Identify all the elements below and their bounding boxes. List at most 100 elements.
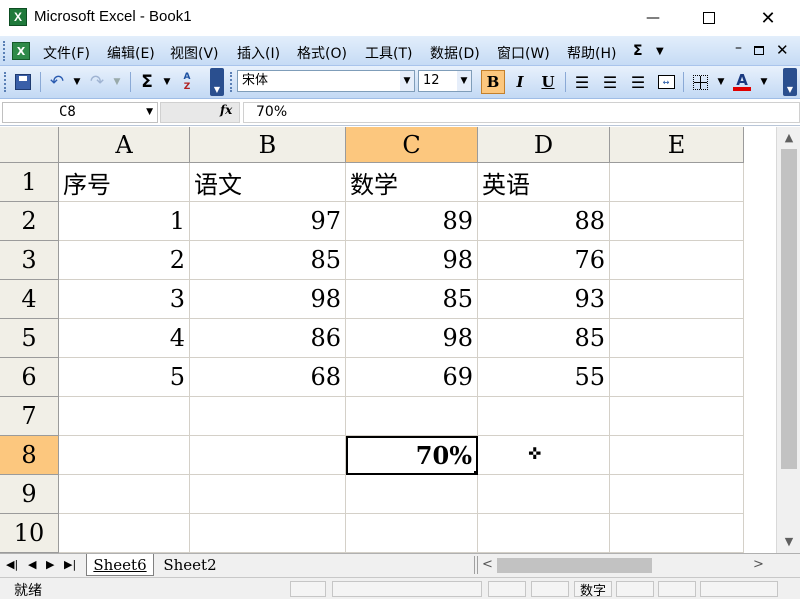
toolbar-options-icon[interactable]: ▼ bbox=[210, 68, 224, 96]
underline-button[interactable]: U bbox=[537, 71, 559, 93]
cell-d6[interactable]: 55 bbox=[478, 358, 610, 397]
cell-b5[interactable]: 86 bbox=[190, 319, 346, 358]
workbook-icon[interactable]: X bbox=[12, 42, 30, 60]
cell-e1[interactable] bbox=[610, 163, 744, 202]
undo-icon[interactable]: ↶ bbox=[46, 71, 68, 93]
cell-e5[interactable] bbox=[610, 319, 744, 358]
cell-b8[interactable] bbox=[190, 436, 346, 475]
menu-help[interactable]: 帮助(H) bbox=[567, 43, 616, 63]
cell-d4[interactable]: 93 bbox=[478, 280, 610, 319]
cell-e2[interactable] bbox=[610, 202, 744, 241]
cell-a8[interactable] bbox=[59, 436, 190, 475]
scroll-up-icon[interactable]: ▲ bbox=[779, 127, 799, 147]
cell-d10[interactable] bbox=[478, 514, 610, 553]
cell-c5[interactable]: 98 bbox=[346, 319, 478, 358]
cell-a9[interactable] bbox=[59, 475, 190, 514]
autosum-dropdown-icon[interactable]: ▼ bbox=[156, 71, 178, 93]
cell-b4[interactable]: 98 bbox=[190, 280, 346, 319]
font-size-select[interactable]: 12 ▼ bbox=[418, 70, 472, 92]
sheet-tab[interactable]: Sheet2 bbox=[156, 554, 224, 576]
minimize-icon[interactable]: — bbox=[630, 0, 676, 36]
menu-format[interactable]: 格式(O) bbox=[297, 43, 347, 63]
cell-e10[interactable] bbox=[610, 514, 744, 553]
close-icon[interactable]: ✕ bbox=[745, 0, 791, 36]
cell-a4[interactable]: 3 bbox=[59, 280, 190, 319]
next-sheet-icon[interactable]: ▶ bbox=[46, 558, 54, 571]
cell-a6[interactable]: 5 bbox=[59, 358, 190, 397]
redo-icon[interactable]: ↷ bbox=[86, 71, 108, 93]
scroll-down-icon[interactable]: ▼ bbox=[779, 531, 799, 551]
cell-a3[interactable]: 2 bbox=[59, 241, 190, 280]
row-header-5[interactable]: 5 bbox=[0, 319, 59, 358]
cell-d2[interactable]: 88 bbox=[478, 202, 610, 241]
horizontal-scroll-thumb[interactable] bbox=[497, 558, 652, 573]
cell-c9[interactable] bbox=[346, 475, 478, 514]
cell-c4[interactable]: 85 bbox=[346, 280, 478, 319]
doc-restore-icon[interactable] bbox=[754, 46, 764, 55]
column-header-c[interactable]: C bbox=[346, 127, 478, 163]
redo-dropdown-icon[interactable]: ▼ bbox=[106, 71, 128, 93]
menu-insert[interactable]: 插入(I) bbox=[237, 43, 280, 63]
cell-e9[interactable] bbox=[610, 475, 744, 514]
menu-sum-icon[interactable]: Σ bbox=[633, 43, 643, 59]
cell-d7[interactable] bbox=[478, 397, 610, 436]
cell-e4[interactable] bbox=[610, 280, 744, 319]
cell-b10[interactable] bbox=[190, 514, 346, 553]
merge-center-icon[interactable]: ↔ bbox=[655, 71, 677, 93]
undo-dropdown-icon[interactable]: ▼ bbox=[66, 71, 88, 93]
cell-e3[interactable] bbox=[610, 241, 744, 280]
cell-d5[interactable]: 85 bbox=[478, 319, 610, 358]
cell-d8[interactable] bbox=[478, 436, 610, 475]
active-cell[interactable]: 70% bbox=[346, 436, 478, 475]
row-header-3[interactable]: 3 bbox=[0, 241, 59, 280]
chevron-down-icon[interactable]: ▼ bbox=[146, 107, 153, 117]
align-left-icon[interactable]: ☰ bbox=[571, 71, 593, 93]
menu-data[interactable]: 数据(D) bbox=[430, 43, 480, 63]
cell-a7[interactable] bbox=[59, 397, 190, 436]
bold-button[interactable]: B bbox=[481, 70, 505, 94]
first-sheet-icon[interactable]: ◀| bbox=[6, 558, 18, 571]
doc-minimize-icon[interactable]: – bbox=[735, 40, 742, 56]
menu-sum-dropdown-icon[interactable]: ▼ bbox=[656, 46, 664, 57]
scroll-right-icon[interactable]: > bbox=[753, 557, 764, 572]
row-header-4[interactable]: 4 bbox=[0, 280, 59, 319]
column-header-d[interactable]: D bbox=[478, 127, 610, 163]
cell-b7[interactable] bbox=[190, 397, 346, 436]
cell-e6[interactable] bbox=[610, 358, 744, 397]
cell-a5[interactable]: 4 bbox=[59, 319, 190, 358]
row-header-9[interactable]: 9 bbox=[0, 475, 59, 514]
autosum-icon[interactable]: Σ bbox=[136, 71, 158, 93]
insert-function-icon[interactable]: fx bbox=[220, 103, 232, 117]
cell-b1[interactable]: 语文 bbox=[190, 163, 346, 202]
menu-tools[interactable]: 工具(T) bbox=[365, 43, 412, 63]
row-header-1[interactable]: 1 bbox=[0, 163, 59, 202]
align-center-icon[interactable]: ☰ bbox=[599, 71, 621, 93]
cell-d1[interactable]: 英语 bbox=[478, 163, 610, 202]
name-box[interactable]: C8 ▼ bbox=[2, 102, 158, 123]
cell-c7[interactable] bbox=[346, 397, 478, 436]
vertical-scrollbar[interactable]: ▲ ▼ bbox=[776, 127, 800, 553]
cell-b9[interactable] bbox=[190, 475, 346, 514]
formula-input[interactable]: 70% bbox=[243, 102, 800, 123]
cell-a2[interactable]: 1 bbox=[59, 202, 190, 241]
cell-e7[interactable] bbox=[610, 397, 744, 436]
prev-sheet-icon[interactable]: ◀ bbox=[28, 558, 36, 571]
italic-button[interactable]: I bbox=[509, 71, 531, 93]
sheet-tab-active[interactable]: Sheet6 bbox=[86, 554, 154, 576]
column-header-a[interactable]: A bbox=[59, 127, 190, 163]
font-name-select[interactable]: 宋体 ▼ bbox=[237, 70, 415, 92]
align-right-icon[interactable]: ☰ bbox=[627, 71, 649, 93]
maximize-icon[interactable] bbox=[686, 0, 732, 36]
row-header-7[interactable]: 7 bbox=[0, 397, 59, 436]
cell-b3[interactable]: 85 bbox=[190, 241, 346, 280]
cell-a10[interactable] bbox=[59, 514, 190, 553]
scroll-thumb[interactable] bbox=[781, 149, 797, 469]
save-icon[interactable] bbox=[12, 71, 34, 93]
cell-b2[interactable]: 97 bbox=[190, 202, 346, 241]
cell-c3[interactable]: 98 bbox=[346, 241, 478, 280]
cell-c6[interactable]: 69 bbox=[346, 358, 478, 397]
cell-c10[interactable] bbox=[346, 514, 478, 553]
column-header-e[interactable]: E bbox=[610, 127, 744, 163]
cell-a1[interactable]: 序号 bbox=[59, 163, 190, 202]
cell-c2[interactable]: 89 bbox=[346, 202, 478, 241]
